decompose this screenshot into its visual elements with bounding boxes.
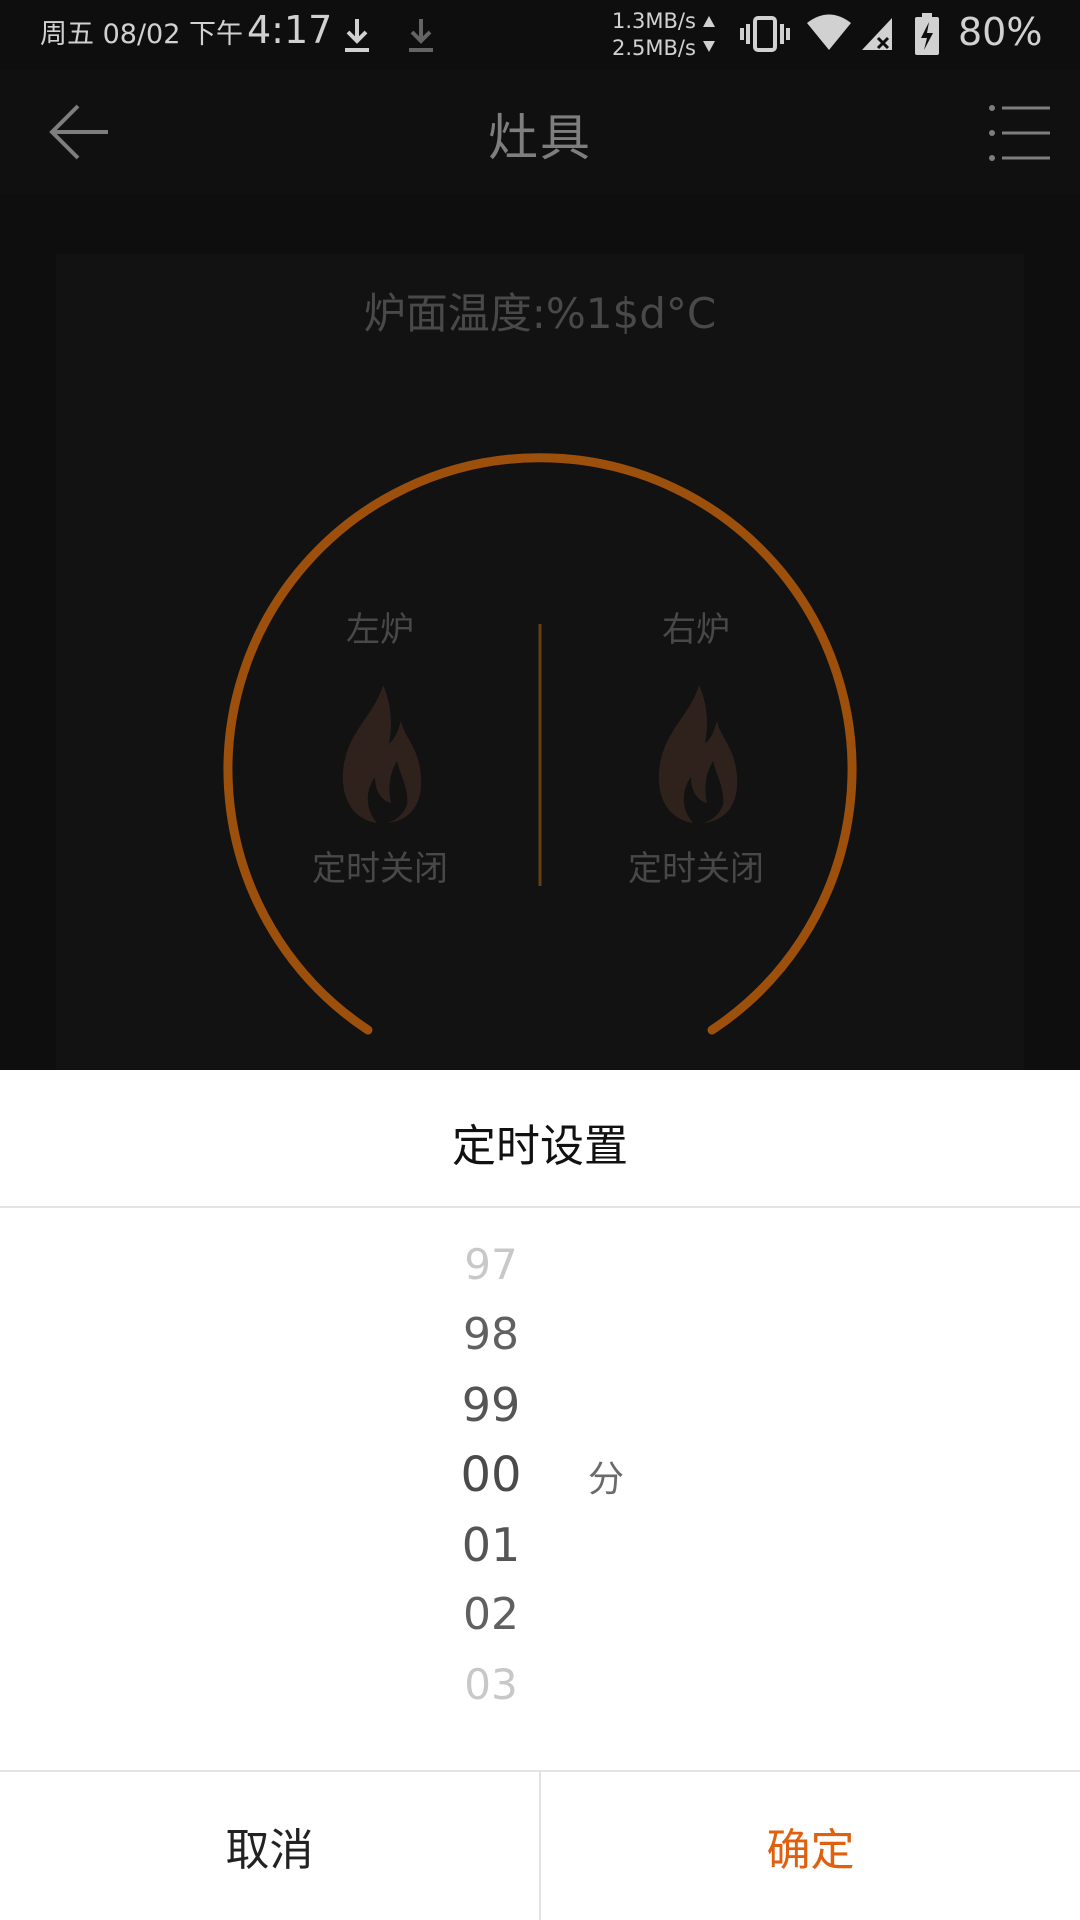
picker-option[interactable]: 97	[420, 1230, 562, 1300]
picker-option[interactable]: 02	[420, 1580, 562, 1650]
picker-option[interactable]: 98	[420, 1300, 562, 1370]
picker-option[interactable]: 99	[420, 1370, 562, 1440]
modal-scrim[interactable]	[0, 0, 1080, 1070]
divider	[0, 1206, 1080, 1208]
screen: 周五 08/02 下午 4:17 1.3MB/s 2.5MB/s 80% 灶具 …	[0, 0, 1080, 1920]
picker-option[interactable]: 03	[420, 1650, 562, 1720]
confirm-button[interactable]: 确定	[541, 1772, 1080, 1920]
minute-picker[interactable]: 97 98 99 00 01 02 03	[420, 1230, 562, 1790]
minute-unit-label: 分	[588, 1459, 625, 1500]
timer-settings-sheet: 定时设置 97 98 99 00 01 02 03 分 取消 确定	[0, 1070, 1080, 1920]
picker-option[interactable]: 00	[420, 1440, 562, 1510]
cancel-button[interactable]: 取消	[0, 1772, 539, 1920]
sheet-title: 定时设置	[452, 1121, 628, 1172]
picker-option[interactable]: 01	[420, 1510, 562, 1580]
